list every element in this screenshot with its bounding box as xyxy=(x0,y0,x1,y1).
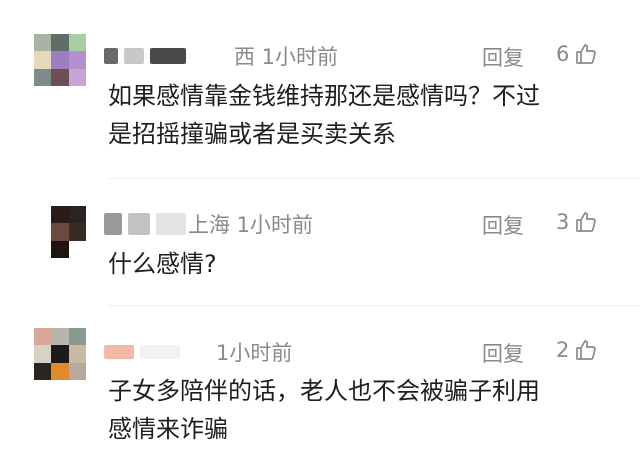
username-redacted[interactable] xyxy=(104,48,118,64)
location-time: 1小时前 xyxy=(216,341,293,365)
avatar[interactable] xyxy=(34,328,86,380)
location-time: 上海 1小时前 xyxy=(188,213,314,237)
username-redacted[interactable] xyxy=(124,48,144,64)
username-redacted[interactable] xyxy=(150,48,186,64)
divider xyxy=(108,305,640,306)
like-count: 6 xyxy=(556,42,570,66)
avatar-tile xyxy=(34,68,52,86)
location-time: 西 1小时前 xyxy=(234,45,339,69)
username-redacted[interactable] xyxy=(156,213,186,235)
avatar-tile xyxy=(34,240,52,258)
avatar-tile xyxy=(34,223,52,241)
avatar-tile xyxy=(68,328,86,346)
avatar-tile xyxy=(68,345,86,363)
comment-text-line: 是招摇撞骗或者是买卖关系 xyxy=(108,120,396,148)
avatar-tile xyxy=(68,362,86,380)
username-redacted[interactable] xyxy=(140,345,180,359)
comment-meta: 西 1小时前 xyxy=(104,42,338,70)
avatar-tile xyxy=(51,34,69,52)
avatar-tile xyxy=(51,362,69,380)
avatar-tile xyxy=(34,51,52,69)
comment-text: 子女多陪伴的话，老人也不会被骗子利用 感情来诈骗 xyxy=(108,372,608,448)
avatar-tile xyxy=(51,68,69,86)
avatar-tile xyxy=(51,51,69,69)
thumbs-up-icon xyxy=(574,338,598,362)
avatar-tile xyxy=(51,328,69,346)
avatar-tile xyxy=(68,51,86,69)
like-count: 2 xyxy=(556,338,570,362)
comment-text-line: 如果感情靠金钱维持那还是感情吗？不过 xyxy=(108,82,540,110)
reply-button[interactable]: 回复 xyxy=(482,42,524,72)
thumbs-up-icon xyxy=(574,210,598,234)
reply-button[interactable]: 回复 xyxy=(482,338,524,368)
avatar-tile xyxy=(68,34,86,52)
username-redacted[interactable] xyxy=(104,345,134,359)
avatar-tile xyxy=(34,345,52,363)
comment-text-line: 什么感情? xyxy=(108,250,217,278)
avatar[interactable] xyxy=(34,206,86,258)
reply-button[interactable]: 回复 xyxy=(482,210,524,240)
comment-text-line: 子女多陪伴的话，老人也不会被骗子利用 xyxy=(108,377,540,405)
divider xyxy=(108,178,640,179)
avatar-tile xyxy=(51,223,69,241)
like-count: 3 xyxy=(556,210,570,234)
avatar-tile xyxy=(34,34,52,52)
avatar-tile xyxy=(34,362,52,380)
thumbs-up-icon xyxy=(574,42,598,66)
avatar-tile xyxy=(68,68,86,86)
like-button[interactable]: 3 xyxy=(556,210,598,234)
username-redacted[interactable] xyxy=(104,213,122,235)
avatar-tile xyxy=(68,223,86,241)
like-button[interactable]: 6 xyxy=(556,42,598,66)
avatar-tile xyxy=(68,240,86,258)
like-button[interactable]: 2 xyxy=(556,338,598,362)
avatar-tile xyxy=(51,206,69,224)
comment-text-line: 感情来诈骗 xyxy=(108,415,228,443)
avatar-tile xyxy=(34,206,52,224)
avatar-tile xyxy=(68,206,86,224)
comment-meta: 上海 1小时前 xyxy=(104,210,313,238)
comment-text: 如果感情靠金钱维持那还是感情吗？不过 是招摇撞骗或者是买卖关系 xyxy=(108,77,608,153)
avatar-tile xyxy=(34,328,52,346)
comment-text: 什么感情? xyxy=(108,245,608,283)
avatar-tile xyxy=(51,240,69,258)
avatar[interactable] xyxy=(34,34,86,86)
comment-meta: 1小时前 xyxy=(104,338,292,366)
username-redacted[interactable] xyxy=(128,213,150,235)
avatar-tile xyxy=(51,345,69,363)
